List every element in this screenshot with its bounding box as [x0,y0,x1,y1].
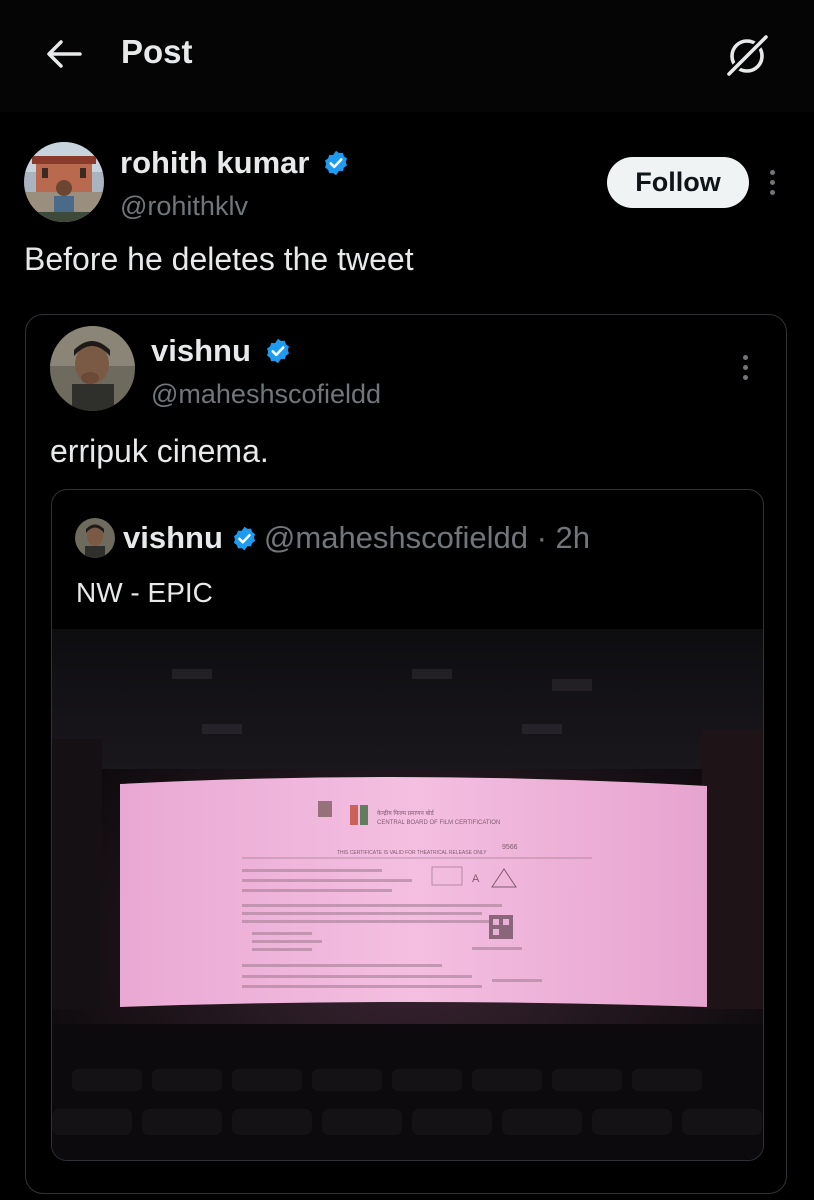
grok-icon[interactable] [722,30,772,80]
cert-rating: A [472,873,480,885]
quoted-author-name[interactable]: vishnu [151,333,251,368]
nested-quote-text: NW - EPIC [76,577,213,608]
cert-validity: THIS CERTIFICATE IS VALID FOR THEATRICAL… [337,850,487,856]
quoted-author-handle[interactable]: @maheshscofieldd [151,379,381,410]
more-vertical-icon[interactable] [770,170,775,200]
follow-button[interactable]: Follow [607,157,749,208]
verified-badge-icon [325,150,348,176]
author-name[interactable]: rohith kumar [120,145,309,180]
quoted-author-name-row: vishnu [151,333,292,369]
page-title: Post [121,33,193,70]
top-bar: Post [0,0,814,112]
quoted-post-text: erripuk cinema. [50,433,269,469]
quoted-more-vertical-icon[interactable] [743,355,748,385]
author-handle[interactable]: @rohithklv [120,191,248,222]
cert-hindi-title: केन्द्रीय फिल्म प्रमाणन बोर्ड [377,809,435,817]
post-text: Before he deletes the tweet [24,241,414,277]
back-arrow-icon[interactable] [44,34,84,74]
verified-badge-icon [233,526,255,550]
author-name-row: rohith kumar [120,145,350,181]
cert-number: 9566 [502,844,518,851]
cert-org-name: CENTRAL BOARD OF FILM CERTIFICATION [377,820,500,826]
nested-author-name[interactable]: vishnu [123,520,223,556]
post-media-image[interactable]: केन्द्रीय फिल्म प्रमाणन बोर्ड CENTRAL BO… [52,629,763,1160]
verified-badge-icon [266,338,289,364]
quoted-author-avatar[interactable] [50,326,135,411]
nested-author-handle-time[interactable]: @maheshscofieldd · 2h [264,520,590,556]
author-avatar[interactable] [24,142,104,222]
nested-author-avatar[interactable] [75,518,115,558]
nested-quote-header: vishnu @maheshscofieldd · 2h [75,518,590,558]
